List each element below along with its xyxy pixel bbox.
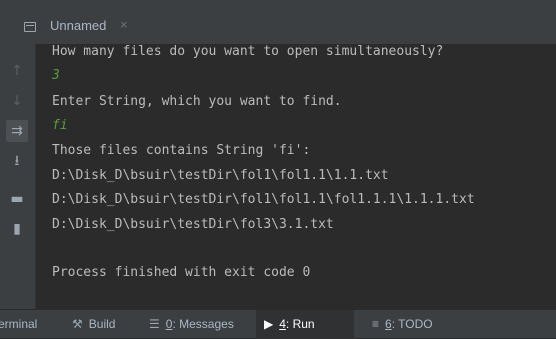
todo-shortcut: 6 [385,317,392,331]
play-icon: ▶ [264,317,274,331]
console-line: How many files do you want to open simul… [52,44,444,59]
console-output[interactable]: How many files do you want to open simul… [36,44,556,309]
console-line: Enter String, which you want to find. [52,94,342,109]
messages-label: : Messages [172,317,234,331]
arrow-up-icon[interactable]: ↑ [6,60,28,82]
run-tool-window: Unnamed × ↑ ↓ ⇉ ⭳ ▬ ▮ How many files do … [0,0,556,339]
trash-icon[interactable]: ▮ [6,218,28,240]
run-shortcut: 4 [279,317,286,331]
todo-tool-button[interactable]: ≡ 6: TODO [372,310,433,339]
tool-window-bar: erminal ⚒ Build ☰ 0: Messages ▶ 4: Run ≡ 6: … [0,309,556,339]
build-label: Build [88,317,116,331]
console-line: Those files contains String 'fi': [52,143,311,158]
tab-strip: Unnamed × [0,0,556,57]
console-toolbar: ↑ ↓ ⇉ ⭳ ▬ ▮ [0,44,36,309]
messages-icon: ☰ [149,317,160,331]
console-icon [24,22,36,32]
run-tool-button[interactable]: ▶ 4: Run [256,310,354,339]
console-line: D:\Disk_D\bsuir\testDir\fol1\fol1.1\fol1… [52,192,475,207]
close-icon[interactable]: × [120,17,128,32]
console-line-input: 3 [52,68,60,83]
console-line-input: fi [52,118,68,133]
scroll-to-end-icon[interactable]: ⭳ [6,150,28,172]
messages-tool-button[interactable]: ☰ 0: Messages [149,310,234,339]
todo-label: : TODO [391,317,433,331]
tab-unnamed[interactable]: Unnamed × [0,16,200,57]
run-label: : Run [285,317,315,331]
print-icon[interactable]: ▬ [6,188,28,210]
soft-wrap-icon[interactable]: ⇉ [6,120,28,142]
console-line: D:\Disk_D\bsuir\testDir\fol1\fol1.1\1.1.… [52,168,389,183]
hammer-icon: ⚒ [72,317,83,331]
terminal-label: erminal [0,317,38,331]
terminal-tool-button[interactable]: erminal [0,310,37,339]
tab-label: Unnamed [50,18,107,33]
console-line: D:\Disk_D\bsuir\testDir\fol3\3.1.txt [52,217,334,232]
list-icon: ≡ [372,317,380,331]
console-line-exit: Process finished with exit code 0 [52,265,311,280]
arrow-down-icon[interactable]: ↓ [6,90,28,112]
build-tool-button[interactable]: ⚒ Build [72,310,115,339]
